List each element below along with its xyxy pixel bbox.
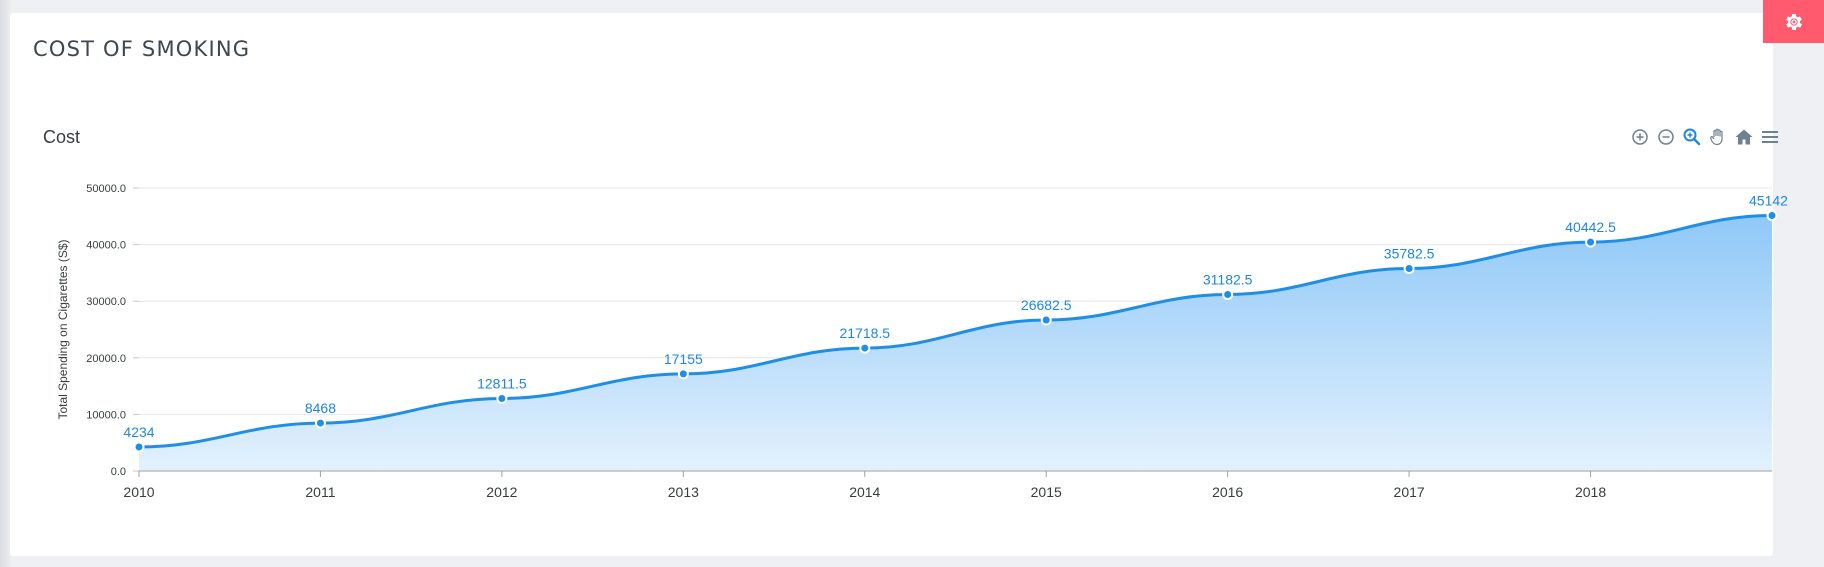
- data-label: 40442.5: [1565, 219, 1616, 235]
- y-tick-label: 10000.0: [86, 409, 126, 421]
- data-label: 26682.5: [1021, 297, 1072, 313]
- series-area-fill: [139, 215, 1772, 471]
- data-point[interactable]: [1222, 289, 1234, 301]
- x-tick-label: 2017: [1394, 484, 1425, 500]
- data-point[interactable]: [1040, 314, 1052, 326]
- data-point[interactable]: [1403, 262, 1415, 274]
- data-point[interactable]: [677, 368, 689, 380]
- y-tick-label: 40000.0: [86, 240, 126, 252]
- data-label: 45142: [1749, 192, 1788, 208]
- data-label: 12811.5: [477, 375, 527, 391]
- x-tick-label: 2014: [849, 484, 880, 500]
- data-label: 8468: [305, 400, 336, 416]
- data-label: 21718.5: [839, 325, 890, 341]
- data-label: 4234: [123, 424, 154, 440]
- x-tick-label: 2011: [305, 484, 335, 500]
- y-axis-title: Total Spending on Cigarettes (S$): [56, 239, 70, 419]
- x-tick-label: 2013: [668, 484, 699, 500]
- area-chart: 0.0 10000.0 20000.0 30000.0 40000.0 50000.0 20…: [56, 183, 1788, 500]
- data-point[interactable]: [314, 417, 326, 429]
- data-point[interactable]: [1585, 236, 1597, 248]
- x-tick-label: 2012: [486, 484, 517, 500]
- data-point[interactable]: [859, 342, 871, 354]
- x-tick-label: 2010: [123, 484, 154, 500]
- x-tick-label: 2015: [1031, 484, 1062, 500]
- data-point[interactable]: [133, 441, 145, 453]
- y-tick-label: 50000.0: [86, 183, 126, 195]
- data-label: 35782.5: [1384, 245, 1435, 261]
- data-point[interactable]: [496, 392, 508, 404]
- y-tick-label: 20000.0: [86, 353, 126, 365]
- y-tick-label: 30000.0: [86, 296, 126, 308]
- data-label: 31182.5: [1203, 272, 1253, 288]
- x-tick-label: 2016: [1212, 484, 1243, 500]
- data-point[interactable]: [1766, 209, 1778, 221]
- series-area: [138, 213, 1773, 471]
- x-tick-label: 2018: [1575, 484, 1606, 500]
- y-tick-label: 0.0: [111, 466, 126, 478]
- data-label: 17155: [664, 351, 703, 367]
